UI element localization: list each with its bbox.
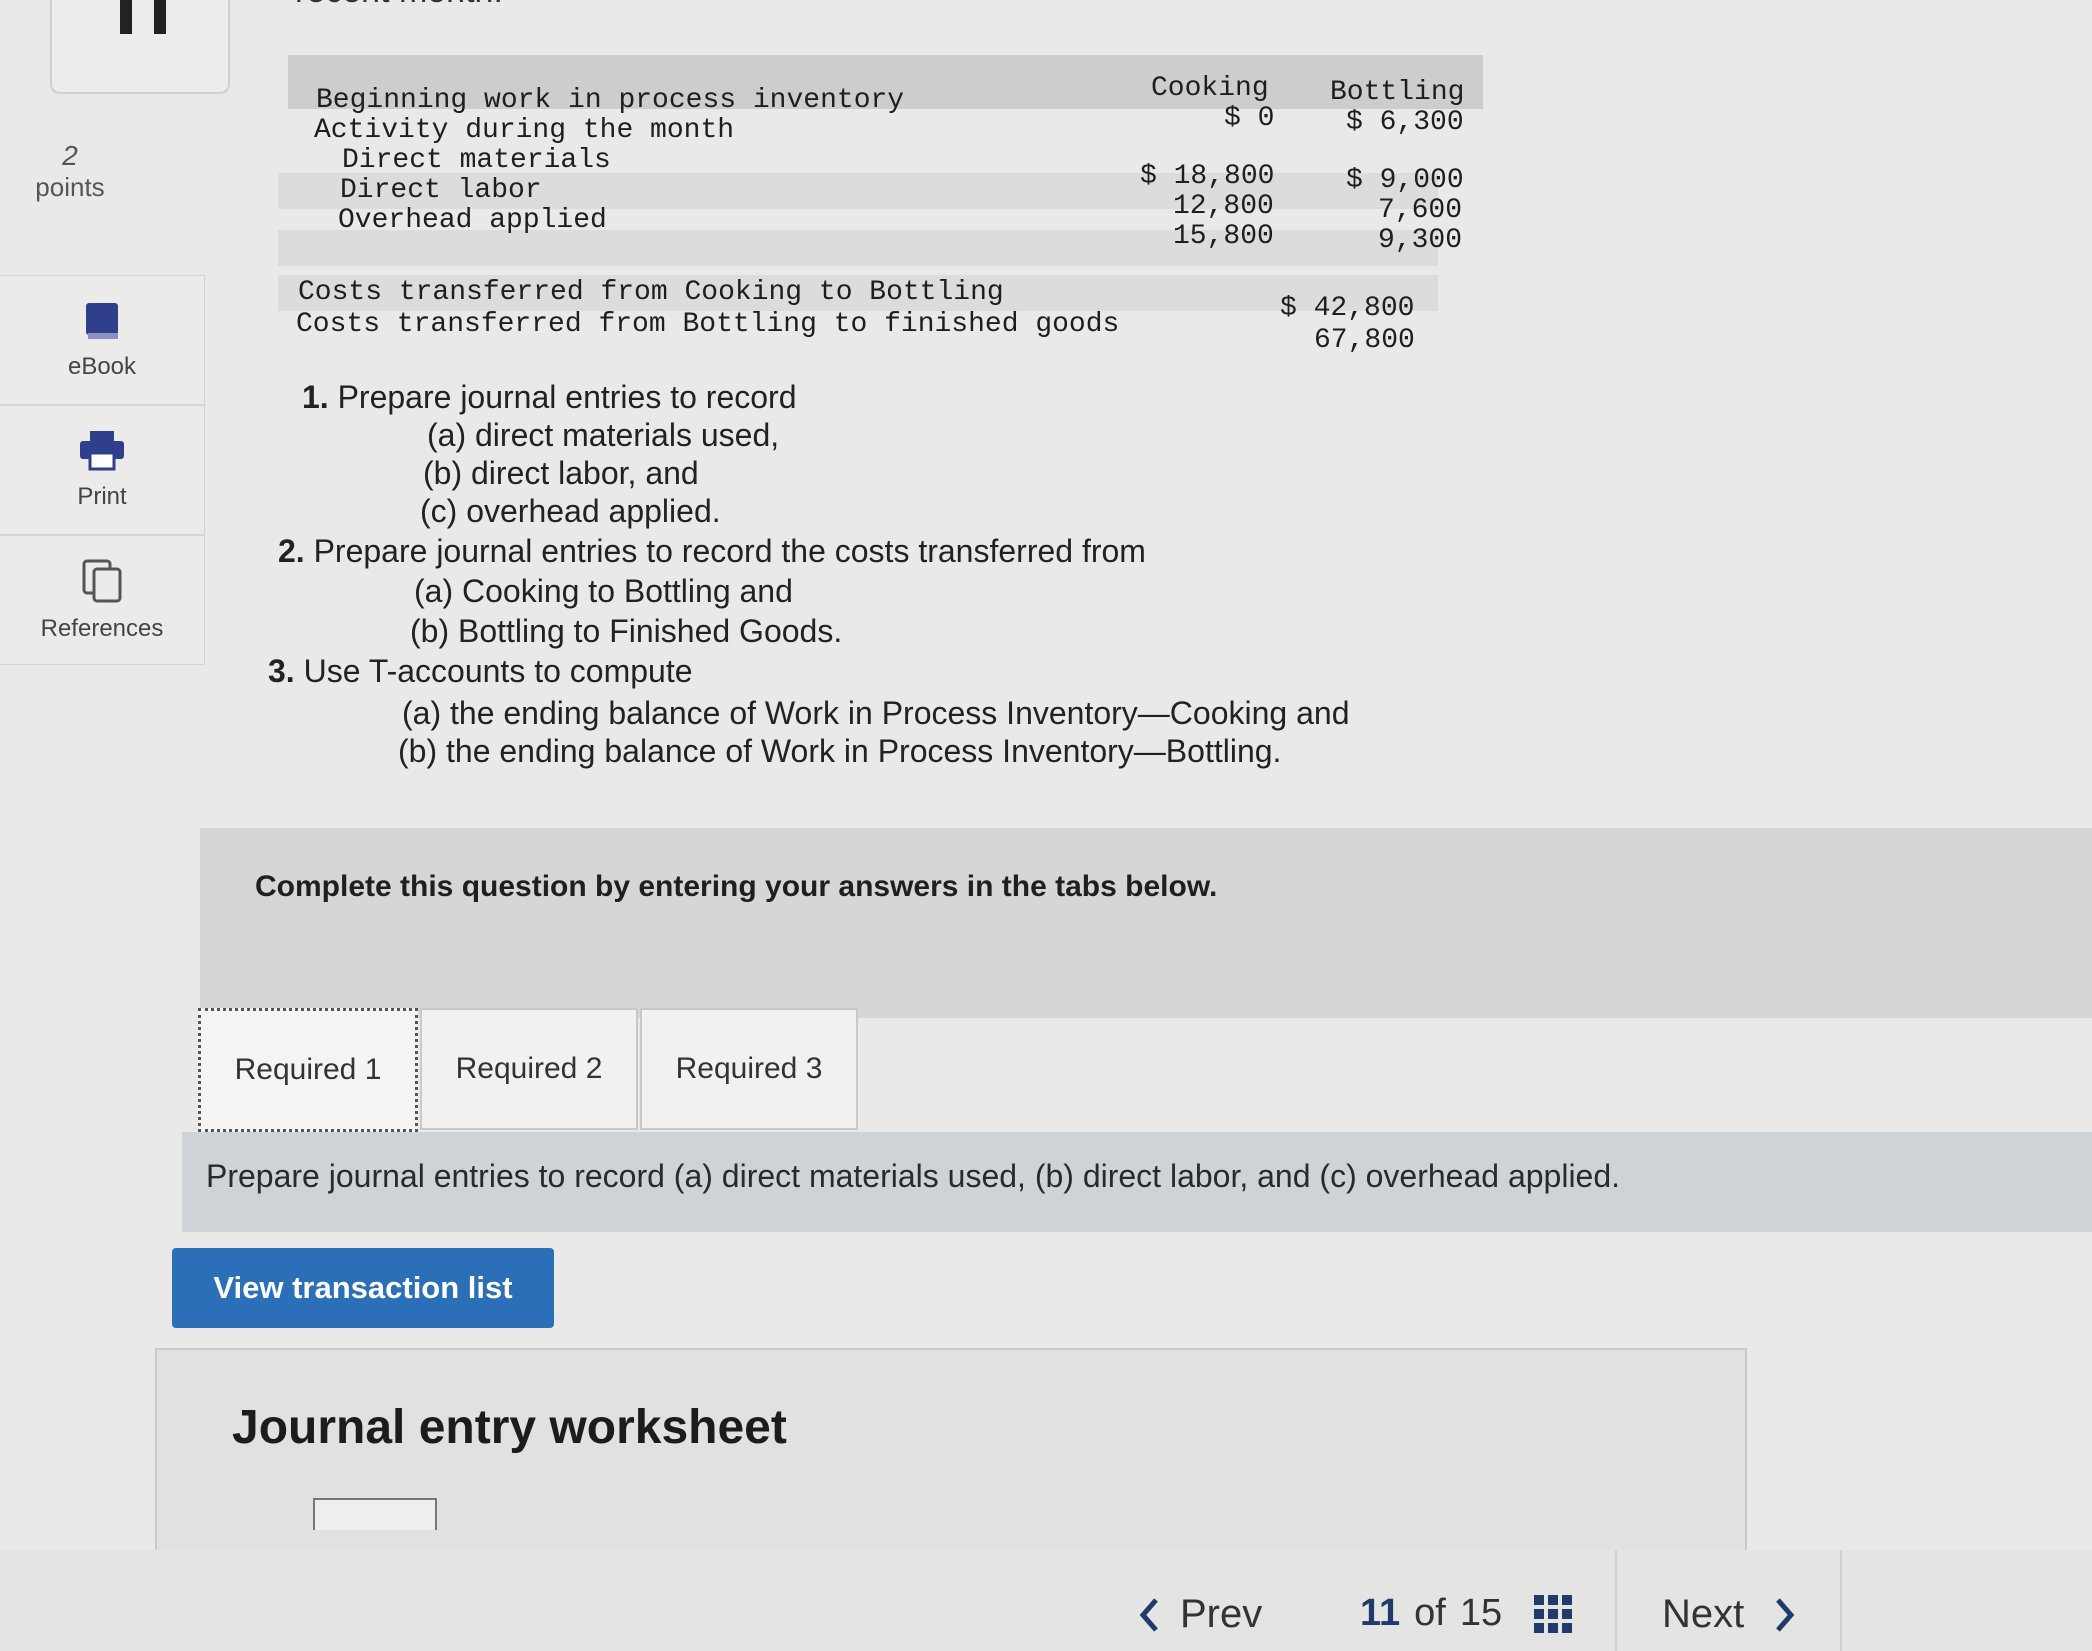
tab-required-1[interactable]: Required 1 xyxy=(198,1008,418,1132)
points-indicator: 2 points xyxy=(30,140,110,203)
copy-icon xyxy=(82,559,122,603)
footer-divider xyxy=(1840,1550,1842,1651)
tab-prompt-band: Prepare journal entries to record (a) di… xyxy=(182,1132,2092,1232)
instruction-3b: (b) the ending balance of Work in Proces… xyxy=(398,733,1282,769)
sidebar-item-references[interactable]: References xyxy=(0,535,205,665)
instruction-2: 2. Prepare journal entries to record the… xyxy=(278,532,1146,571)
instruction-2b: (b) Bottling to Finished Goods. xyxy=(410,613,843,649)
row-label: Overhead applied xyxy=(338,205,607,236)
complete-question-banner: Complete this question by entering your … xyxy=(200,828,2092,1018)
sidebar-item-label: References xyxy=(40,615,164,642)
current-question: 11 xyxy=(1360,1592,1401,1634)
cooking-value: 12,800 xyxy=(1173,191,1274,222)
bottling-value: 7,600 xyxy=(1378,195,1463,226)
sidebar-item-print[interactable]: Print xyxy=(0,405,205,535)
grid-icon[interactable] xyxy=(1534,1594,1573,1633)
bottling-value: $ 6,300 xyxy=(1346,107,1464,138)
points-label: points xyxy=(35,172,105,202)
tab-prompt-text: Prepare journal entries to record (a) di… xyxy=(206,1158,1621,1194)
instruction-1: 1. Prepare journal entries to record xyxy=(302,378,796,417)
instruction-number: 1. xyxy=(302,379,329,415)
sidebar: eBook Print References xyxy=(0,275,205,665)
cooking-value: 15,800 xyxy=(1173,221,1274,252)
instruction-text: Prepare journal entries to record xyxy=(337,379,797,415)
worksheet-tab-stub[interactable] xyxy=(313,1498,437,1530)
prev-label: Prev xyxy=(1180,1592,1263,1636)
row-label: Direct labor xyxy=(340,175,542,206)
complete-question-text: Complete this question by entering your … xyxy=(255,870,1218,903)
row-label: Beginning work in process inventory xyxy=(316,85,905,116)
transfer-value: $ 42,800 xyxy=(1280,293,1415,324)
question-pager[interactable]: 11 of 15 xyxy=(1360,1592,1573,1635)
instruction-1a: (a) direct materials used, xyxy=(427,417,780,453)
instruction-text: Prepare journal entries to record the co… xyxy=(313,533,1146,569)
clipped-header-text: recent month. xyxy=(295,0,503,11)
cooking-value: $ 18,800 xyxy=(1140,161,1275,192)
sidebar-item-ebook[interactable]: eBook xyxy=(0,275,205,405)
instruction-number: 3. xyxy=(268,653,295,689)
question-number-mark xyxy=(120,0,176,34)
transfer-value: 67,800 xyxy=(1314,325,1415,356)
sidebar-item-label: Print xyxy=(77,483,127,510)
transfer-label: Costs transferred from Cooking to Bottli… xyxy=(298,277,1004,308)
book-icon xyxy=(86,303,118,339)
instruction-3a: (a) the ending balance of Work in Proces… xyxy=(402,695,1350,731)
instruction-3: 3. Use T-accounts to compute xyxy=(268,652,693,691)
footer-divider xyxy=(1615,1550,1617,1651)
chevron-right-icon xyxy=(1776,1597,1795,1632)
next-label: Next xyxy=(1662,1592,1745,1636)
printer-icon xyxy=(80,431,124,471)
bottling-value: $ 9,000 xyxy=(1346,165,1464,196)
col-header-bottling: Bottling xyxy=(1330,77,1465,108)
chevron-left-icon xyxy=(1139,1597,1158,1632)
bottling-value: 9,300 xyxy=(1378,225,1463,256)
prev-button[interactable]: Prev xyxy=(1138,1592,1262,1637)
row-label: Direct materials xyxy=(342,145,611,176)
tab-required-3[interactable]: Required 3 xyxy=(640,1008,858,1130)
col-header-cooking: Cooking xyxy=(1151,73,1269,104)
tab-required-2[interactable]: Required 2 xyxy=(420,1008,638,1130)
points-value: 2 xyxy=(62,140,78,171)
next-button[interactable]: Next xyxy=(1662,1592,1796,1637)
transfer-label: Costs transferred from Bottling to finis… xyxy=(296,309,1120,340)
view-transaction-list-button[interactable]: View transaction list xyxy=(172,1248,554,1328)
instruction-number: 2. xyxy=(278,533,305,569)
instruction-text: Use T-accounts to compute xyxy=(303,653,693,689)
sidebar-item-label: eBook xyxy=(67,353,137,380)
row-label: Activity during the month xyxy=(314,115,735,146)
pager-of: of xyxy=(1414,1592,1446,1634)
worksheet-title: Journal entry worksheet xyxy=(232,1401,787,1454)
total-questions: 15 xyxy=(1459,1592,1503,1634)
instruction-1c: (c) overhead applied. xyxy=(420,493,721,529)
cooking-value: $ 0 xyxy=(1224,103,1275,134)
instruction-1b: (b) direct labor, and xyxy=(423,455,699,491)
instruction-2a: (a) Cooking to Bottling and xyxy=(414,573,793,609)
